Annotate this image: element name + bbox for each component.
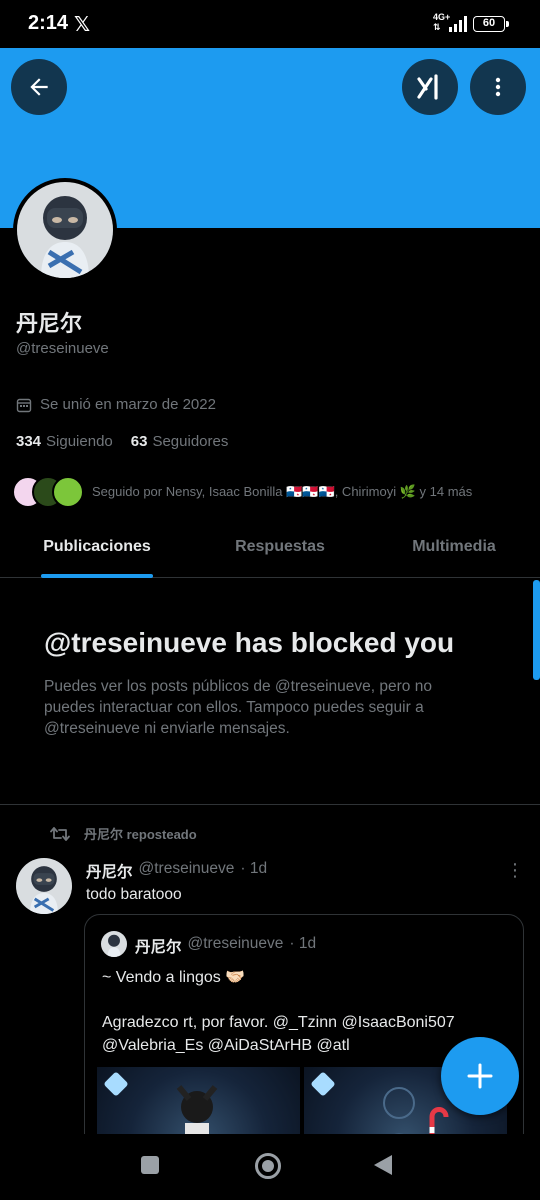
scroll-indicator bbox=[533, 580, 540, 680]
quoted-header: 丹尼尔 @treseinueve · 1d bbox=[135, 935, 316, 957]
repost-label[interactable]: 丹尼尔 reposteado bbox=[84, 824, 197, 843]
repost-indicator: 丹尼尔 reposteado bbox=[50, 824, 197, 843]
quoted-author-name: 丹尼尔 bbox=[135, 939, 182, 956]
quoted-author-handle: @treseinueve bbox=[187, 935, 284, 952]
tab-publicaciones[interactable]: Publicaciones bbox=[41, 522, 153, 578]
signal-icon bbox=[449, 16, 467, 32]
followed-by-row[interactable]: Seguido por Nensy, Isaac Bonilla 🇵🇦🇵🇦🇵🇦,… bbox=[12, 474, 472, 510]
blocked-description: Puedes ver los posts públicos de @tresei… bbox=[44, 678, 432, 737]
following-count: 334 bbox=[16, 433, 42, 450]
divider bbox=[0, 804, 540, 805]
tab-label: Multimedia bbox=[412, 538, 496, 555]
status-bar: 2:14 𝕏 4G+ ⇅ 60 bbox=[0, 0, 540, 48]
tab-multimedia[interactable]: Multimedia bbox=[400, 522, 508, 578]
following-link[interactable]: 334 Siguiendo bbox=[16, 433, 113, 450]
grok-icon bbox=[417, 74, 438, 100]
post-author-name[interactable]: 丹尼尔 bbox=[86, 860, 133, 882]
network-indicator: 4G+ ⇅ bbox=[433, 12, 451, 32]
more-vertical-icon bbox=[495, 77, 501, 97]
followers-link[interactable]: 63 Seguidores bbox=[131, 433, 229, 450]
home-circle-icon[interactable] bbox=[255, 1153, 281, 1179]
profile-display-name: 丹尼尔 bbox=[16, 311, 83, 336]
quoted-post[interactable]: 丹尼尔 @treseinueve · 1d ~ Vendo a lingos 🤝… bbox=[84, 914, 524, 1154]
following-label: Siguiendo bbox=[46, 433, 113, 450]
avatar-image bbox=[17, 182, 113, 278]
avatar-image bbox=[16, 858, 72, 914]
tab-label: Publicaciones bbox=[43, 538, 151, 555]
calendar-icon bbox=[16, 398, 32, 412]
active-tab-indicator bbox=[41, 574, 153, 578]
repost-icon bbox=[50, 826, 70, 841]
profile-tabs: Publicaciones Respuestas Multimedia bbox=[0, 522, 540, 578]
system-nav-bar bbox=[0, 1134, 540, 1200]
quoted-time: · 1d bbox=[289, 935, 317, 952]
more-options-button[interactable] bbox=[470, 59, 526, 115]
post-text: todo baratooo bbox=[86, 886, 182, 903]
back-triangle-icon[interactable] bbox=[374, 1155, 392, 1175]
tab-label: Respuestas bbox=[235, 538, 325, 555]
post-header: 丹尼尔 @treseinueve · 1d bbox=[86, 860, 267, 882]
join-date-text: Se unió en marzo de 2022 bbox=[40, 396, 216, 413]
followers-label: Seguidores bbox=[152, 433, 229, 450]
recents-square-icon[interactable] bbox=[141, 1156, 159, 1174]
grok-button[interactable] bbox=[402, 59, 458, 115]
plus-icon bbox=[467, 1063, 493, 1089]
avatar-image bbox=[101, 931, 127, 957]
back-arrow-icon bbox=[30, 78, 48, 96]
post-avatar[interactable] bbox=[16, 858, 72, 914]
battery-icon: 60 bbox=[473, 16, 509, 32]
followers-count: 63 bbox=[130, 433, 148, 450]
compose-button[interactable] bbox=[441, 1037, 519, 1115]
clock: 2:14 bbox=[28, 12, 69, 34]
quoted-text-line: ~ Vendo a lingos 🤝🏻 bbox=[102, 969, 246, 986]
back-button[interactable] bbox=[11, 59, 67, 115]
tab-respuestas[interactable]: Respuestas bbox=[222, 522, 338, 578]
profile-avatar[interactable] bbox=[13, 178, 117, 282]
post-time: · 1d bbox=[240, 860, 268, 877]
x-notification-icon: 𝕏 bbox=[74, 14, 91, 36]
quoted-avatar bbox=[101, 931, 127, 957]
post-author-handle[interactable]: @treseinueve bbox=[139, 860, 235, 882]
follow-stats: 334 Siguiendo 63 Seguidores bbox=[16, 433, 228, 450]
blocked-title: @treseinueve has blocked you bbox=[44, 627, 455, 658]
follower-avatar bbox=[52, 476, 84, 508]
join-date: Se unió en marzo de 2022 bbox=[16, 396, 216, 413]
post-more-icon[interactable]: ⋮ bbox=[506, 860, 524, 881]
profile-handle: @treseinueve bbox=[16, 340, 109, 357]
followed-by-text: Seguido por Nensy, Isaac Bonilla 🇵🇦🇵🇦🇵🇦,… bbox=[92, 484, 473, 499]
